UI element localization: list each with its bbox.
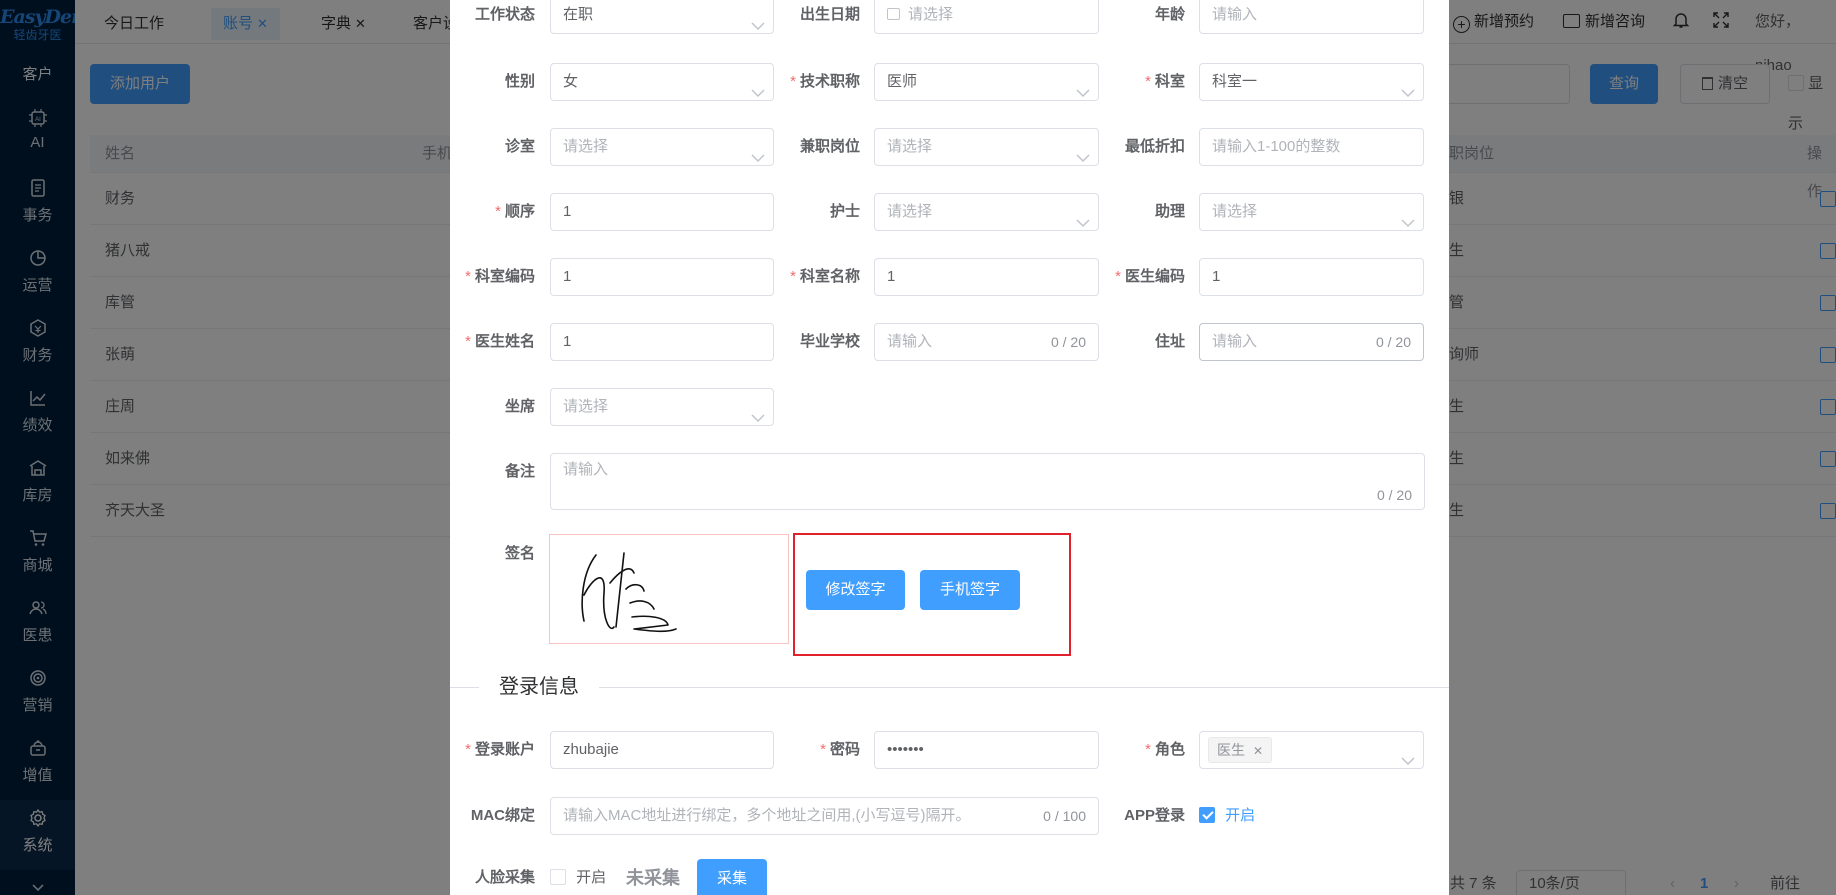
- face-capture-option: 开启: [576, 869, 607, 886]
- checkbox-checked[interactable]: [1199, 807, 1215, 823]
- dept-code-input[interactable]: 1: [550, 258, 774, 296]
- tech-title-select[interactable]: 医师: [874, 63, 1099, 101]
- tag-close-icon[interactable]: ✕: [1253, 744, 1263, 758]
- dept-name-input[interactable]: 1: [874, 258, 1099, 296]
- doctor-code-input[interactable]: 1: [1199, 258, 1424, 296]
- remark-textarea[interactable]: 请输入 0 / 20: [550, 453, 1425, 510]
- face-capture-status: 未采集: [626, 868, 680, 888]
- modify-signature-button[interactable]: 修改签字: [806, 570, 905, 610]
- chevron-down-icon: [751, 401, 765, 423]
- part-time-post-select[interactable]: 请选择: [874, 128, 1099, 166]
- char-counter: 0 / 20: [1375, 334, 1411, 350]
- address-input[interactable]: 请输入 0 / 20: [1199, 323, 1424, 361]
- label-dept-name: * 科室名称: [790, 268, 860, 285]
- chevron-down-icon: [751, 9, 765, 31]
- clinic-room-select[interactable]: 请选择: [550, 128, 774, 166]
- app-login-option: 开启: [1225, 807, 1256, 824]
- order-input[interactable]: 1: [550, 193, 774, 231]
- char-counter: 0 / 100: [1043, 808, 1086, 824]
- label-mac: MAC绑定: [470, 807, 535, 824]
- nurse-select[interactable]: 请选择: [874, 193, 1099, 231]
- label-work-status: 工作状态: [474, 6, 535, 23]
- label-role: * 角色: [1145, 741, 1185, 758]
- chevron-down-icon: [751, 141, 765, 163]
- label-login-account: * 登录账户: [465, 741, 535, 758]
- chevron-down-icon: [1401, 744, 1415, 766]
- mac-input[interactable]: 请输入MAC地址进行绑定，多个地址之间用,(小写逗号)隔开。 0 / 100: [550, 797, 1099, 835]
- label-age: 年龄: [1154, 6, 1185, 23]
- signature-image[interactable]: [549, 534, 789, 644]
- role-tag: 医生 ✕: [1208, 737, 1273, 763]
- work-status-select[interactable]: 在职: [550, 0, 774, 34]
- label-signature: 签名: [504, 545, 535, 562]
- doctor-name-input[interactable]: 1: [550, 323, 774, 361]
- age-input[interactable]: 请输入: [1199, 0, 1424, 34]
- assistant-select[interactable]: 请选择: [1199, 193, 1424, 231]
- chevron-down-icon: [751, 76, 765, 98]
- label-address: 住址: [1154, 333, 1185, 350]
- label-birth-date: 出生日期: [799, 6, 860, 23]
- label-school: 毕业学校: [799, 333, 860, 350]
- label-order: * 顺序: [495, 203, 535, 220]
- password-input[interactable]: •••••••: [874, 731, 1099, 769]
- label-gender: 性别: [504, 73, 535, 90]
- department-select[interactable]: 科室一: [1199, 63, 1424, 101]
- face-capture-checkbox[interactable]: 开启: [550, 859, 606, 895]
- label-seat: 坐席: [504, 398, 535, 415]
- school-input[interactable]: 请输入 0 / 20: [874, 323, 1099, 361]
- role-select[interactable]: 医生 ✕: [1199, 731, 1424, 769]
- chevron-down-icon: [1401, 206, 1415, 228]
- label-remark: 备注: [504, 463, 535, 480]
- label-password: * 密码: [820, 741, 860, 758]
- label-part-time-post: 兼职岗位: [799, 138, 860, 155]
- seat-select[interactable]: 请选择: [550, 388, 774, 426]
- char-counter: 0 / 20: [1050, 334, 1086, 350]
- app-login-checkbox[interactable]: 开启: [1199, 797, 1255, 835]
- label-assistant: 助理: [1154, 203, 1185, 220]
- min-discount-input[interactable]: 请输入1-100的整数: [1199, 128, 1424, 166]
- label-clinic-room: 诊室: [504, 138, 535, 155]
- checkbox-unchecked[interactable]: [550, 869, 566, 885]
- chevron-down-icon: [1401, 76, 1415, 98]
- login-account-input[interactable]: zhubajie: [550, 731, 774, 769]
- login-section-title: 登录信息: [479, 675, 599, 699]
- label-doctor-code: * 医生编码: [1115, 268, 1185, 285]
- label-nurse: 护士: [829, 203, 860, 220]
- label-dept-code: * 科室编码: [465, 268, 535, 285]
- gender-select[interactable]: 女: [550, 63, 774, 101]
- phone-signature-button[interactable]: 手机签字: [920, 570, 1020, 610]
- login-section-divider: 登录信息: [450, 675, 1836, 699]
- chevron-down-icon: [1076, 206, 1090, 228]
- label-department: * 科室: [1145, 73, 1185, 90]
- birth-date-picker[interactable]: 请选择: [874, 0, 1099, 34]
- label-face-capture: 人脸采集: [474, 869, 535, 886]
- chevron-down-icon: [1076, 141, 1090, 163]
- label-app-login: APP登录: [1124, 807, 1185, 824]
- calendar-icon: [887, 8, 900, 20]
- chevron-down-icon: [1076, 76, 1090, 98]
- label-tech-title: * 技术职称: [790, 73, 860, 90]
- char-counter: 0 / 20: [1376, 487, 1412, 503]
- label-min-discount: 最低折扣: [1124, 138, 1185, 155]
- label-doctor-name: * 医生姓名: [465, 333, 535, 350]
- collect-button[interactable]: 采集: [697, 859, 767, 895]
